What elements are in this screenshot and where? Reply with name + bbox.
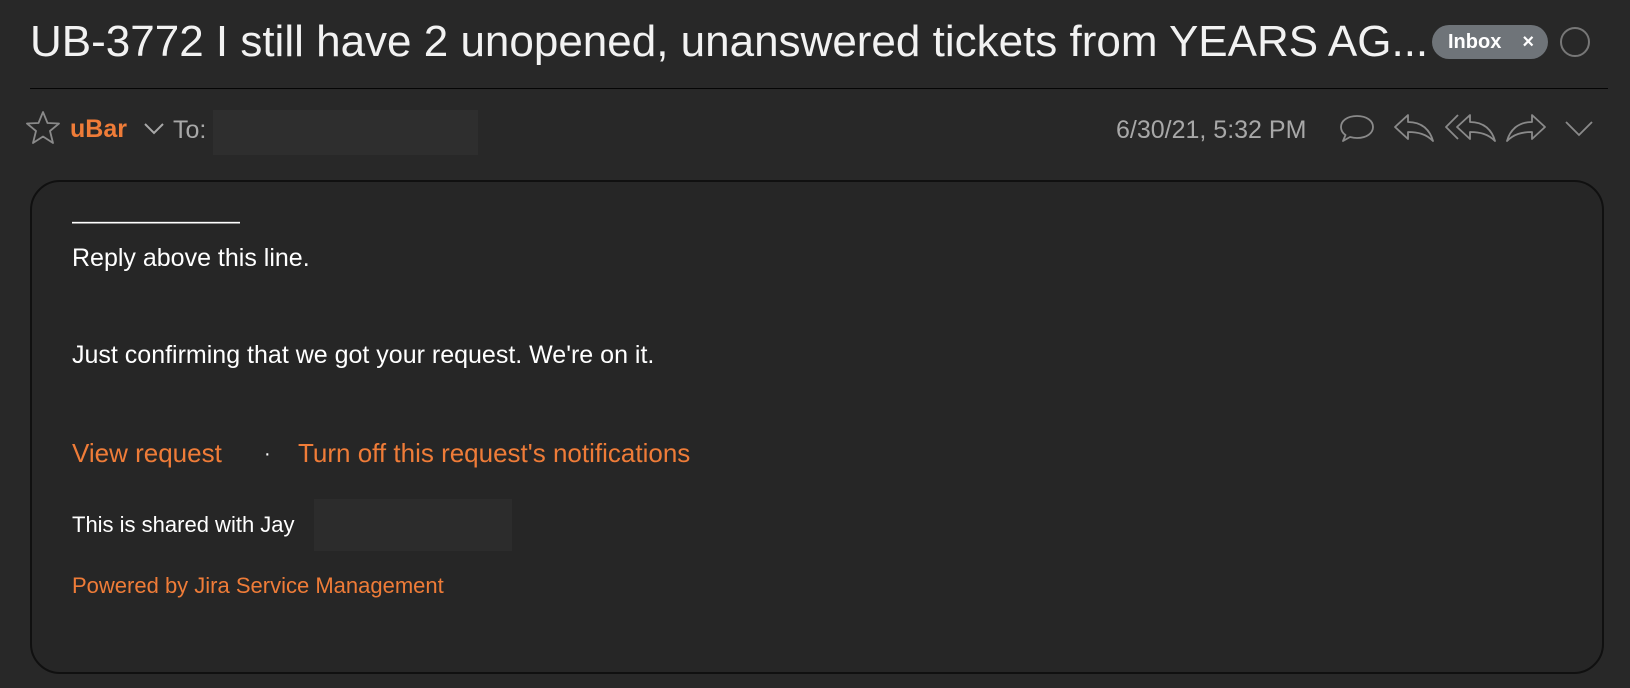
comment-icon[interactable] [1338, 110, 1376, 146]
message-date: 6/30/21, 5:32 PM [1116, 116, 1307, 144]
turn-off-notifications-link[interactable]: Turn off this request's notifications [298, 438, 690, 469]
confirmation-text: Just confirming that we got your request… [72, 341, 655, 369]
message-header: uBar To: 6/30/21, 5:32 PM [0, 104, 1630, 155]
more-actions-chevron-icon[interactable] [1562, 110, 1596, 146]
divider [30, 88, 1608, 89]
email-subject: UB-3772 I still have 2 unopened, unanswe… [30, 17, 1429, 66]
reply-all-icon[interactable] [1444, 110, 1498, 146]
link-separator: · [264, 443, 271, 465]
email-body: ——————— Reply above this line. Just conf… [30, 180, 1604, 674]
powered-by-link[interactable]: Powered by Jira Service Management [72, 573, 444, 599]
shared-with-text: This is shared with Jay [72, 512, 295, 537]
reply-icon[interactable] [1392, 110, 1436, 146]
redacted-name [314, 499, 512, 551]
redacted-recipient [213, 110, 478, 155]
star-icon[interactable] [25, 110, 61, 146]
unread-toggle-icon[interactable] [1560, 27, 1590, 57]
subject-bar: UB-3772 I still have 2 unopened, unanswe… [0, 0, 1630, 88]
reply-above-line-text: Reply above this line. [72, 244, 310, 272]
to-label: To: [173, 116, 207, 144]
sender-name[interactable]: uBar [70, 115, 127, 144]
remove-label-button[interactable]: × [1522, 25, 1534, 59]
inbox-label-text: Inbox [1448, 31, 1502, 53]
inbox-label-badge[interactable]: Inbox × [1432, 25, 1548, 59]
reply-rule: ——————— [72, 208, 240, 235]
forward-icon[interactable] [1504, 110, 1548, 146]
chevron-down-icon[interactable] [142, 118, 166, 138]
view-request-link[interactable]: View request [72, 438, 222, 469]
